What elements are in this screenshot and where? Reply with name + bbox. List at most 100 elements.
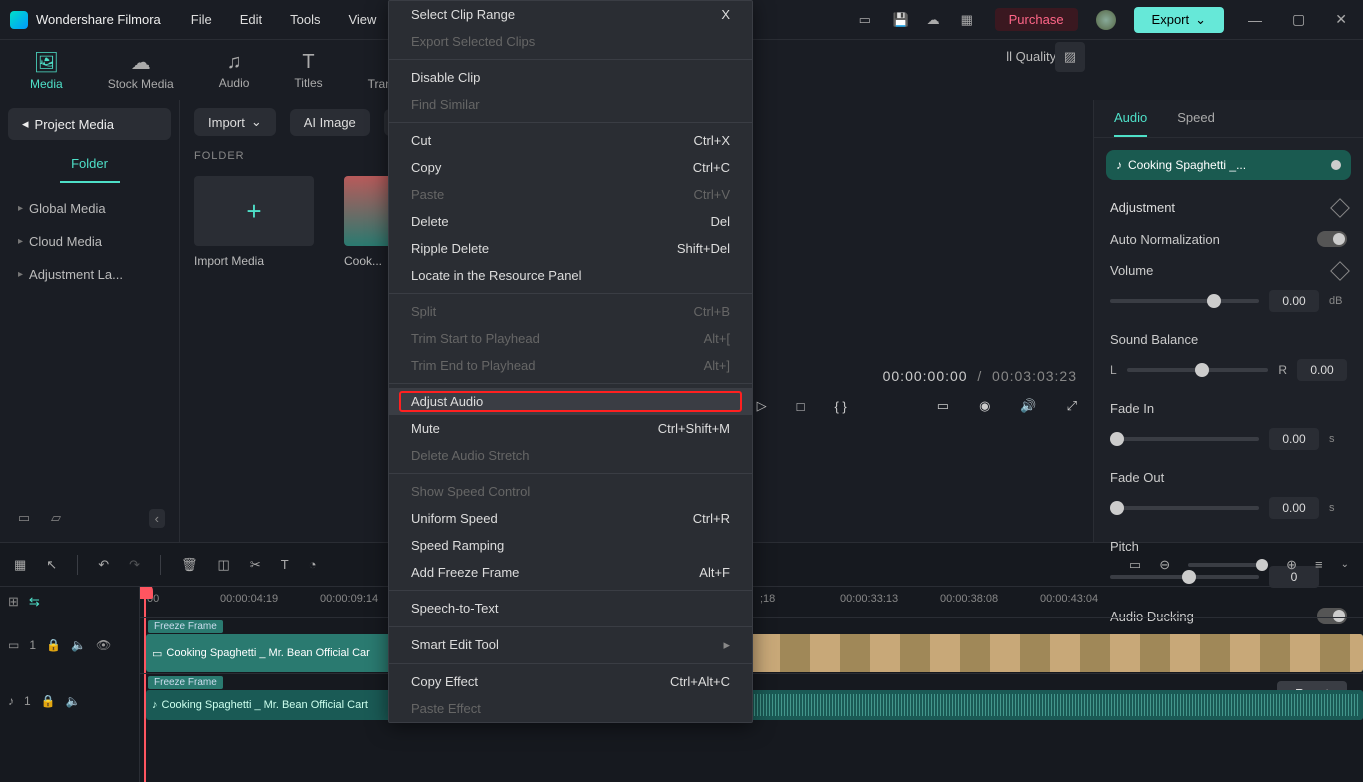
- pitch-slider[interactable]: [1110, 575, 1259, 579]
- grid-icon[interactable]: ▦: [14, 557, 26, 573]
- save-icon[interactable]: 💾: [893, 12, 909, 28]
- balance-value[interactable]: 0.00: [1297, 359, 1347, 381]
- lock-icon[interactable]: 🔒: [41, 694, 56, 708]
- ctx-paste: PasteCtrl+V: [389, 181, 752, 208]
- redo-button[interactable]: ↷: [129, 557, 140, 573]
- ctx-adjust-audio[interactable]: Adjust Audio: [389, 388, 752, 415]
- ctx-speed-ramping[interactable]: Speed Ramping: [389, 532, 752, 559]
- monitor-icon[interactable]: ▭: [937, 398, 949, 414]
- fade-out-slider[interactable]: [1110, 506, 1259, 510]
- ctx-paste-effect: Paste Effect: [389, 695, 752, 722]
- audio-track-header[interactable]: ♪ 1 🔒 🔈: [0, 673, 139, 729]
- ctx-cut[interactable]: CutCtrl+X: [389, 127, 752, 154]
- export-button[interactable]: Export⌄: [1134, 7, 1224, 33]
- zoom-slider[interactable]: [1188, 563, 1268, 567]
- menu-tools[interactable]: Tools: [290, 12, 320, 27]
- speed-icon[interactable]: ◔: [309, 557, 317, 572]
- maximize-button[interactable]: ▢: [1286, 11, 1311, 28]
- ctx-uniform-speed[interactable]: Uniform SpeedCtrl+R: [389, 505, 752, 532]
- marker-button[interactable]: { }: [834, 399, 846, 414]
- ctx-speech-to-text[interactable]: Speech-to-Text: [389, 595, 752, 622]
- zoom-in-button[interactable]: ⊕: [1286, 557, 1297, 573]
- menu-file[interactable]: File: [191, 12, 212, 27]
- volume-value[interactable]: 0.00: [1269, 290, 1319, 312]
- close-button[interactable]: ✕: [1329, 11, 1353, 28]
- fade-in-value[interactable]: 0.00: [1269, 428, 1319, 450]
- list-icon[interactable]: ≡: [1315, 557, 1323, 572]
- tab-media[interactable]: 🖼Media: [30, 50, 63, 91]
- ctx-copy[interactable]: CopyCtrl+C: [389, 154, 752, 181]
- tree-item[interactable]: ▸Adjustment La...: [8, 259, 171, 290]
- tab-audio[interactable]: ♫Audio: [219, 51, 250, 90]
- split-icon[interactable]: ✂: [250, 557, 261, 573]
- ctx-select-clip-range[interactable]: Select Clip RangeX: [389, 1, 752, 28]
- link-icon[interactable]: ⇆: [29, 594, 40, 610]
- new-folder-icon[interactable]: ▭: [14, 508, 34, 528]
- delete-icon[interactable]: 🗑: [181, 557, 198, 573]
- keyframe-icon[interactable]: [1330, 198, 1350, 218]
- fullscreen-icon[interactable]: ⤢: [1067, 398, 1077, 414]
- timecode: 00:00:00:00 / 00:03:03:23: [883, 368, 1077, 384]
- stop-button[interactable]: □: [797, 399, 805, 414]
- project-media-button[interactable]: ◂Project Media: [8, 108, 171, 140]
- volume-slider[interactable]: [1110, 299, 1259, 303]
- new-bin-icon[interactable]: ▱: [46, 508, 66, 528]
- cursor-icon[interactable]: ↖: [46, 557, 57, 573]
- mute-icon[interactable]: 🔈: [71, 638, 86, 652]
- folder-tab[interactable]: Folder: [60, 150, 120, 183]
- ctx-copy-effect[interactable]: Copy EffectCtrl+Alt+C: [389, 668, 752, 695]
- minimize-button[interactable]: —: [1242, 12, 1268, 28]
- balance-slider[interactable]: [1127, 368, 1269, 372]
- tab-titles[interactable]: TTitles: [294, 51, 322, 90]
- device-icon[interactable]: ▭: [859, 12, 875, 28]
- text-icon[interactable]: T: [281, 557, 289, 572]
- keyframe-icon[interactable]: [1330, 261, 1350, 281]
- menu-edit[interactable]: Edit: [240, 12, 262, 27]
- camera-icon[interactable]: ◉: [979, 398, 990, 414]
- selected-clip-chip[interactable]: ♪ Cooking Spaghetti _...: [1106, 150, 1351, 180]
- menu-view[interactable]: View: [348, 12, 376, 27]
- ai-image-button[interactable]: AI Image: [290, 109, 370, 136]
- tab-stock-media[interactable]: ☁Stock Media: [108, 50, 174, 91]
- ctx-smart-edit-tool[interactable]: Smart Edit Tool▸: [389, 631, 752, 659]
- play-button[interactable]: ▷: [757, 398, 767, 414]
- fade-in-slider[interactable]: [1110, 437, 1259, 441]
- ctx-locate-in-the-resource-panel[interactable]: Locate in the Resource Panel: [389, 262, 752, 289]
- clip-handle[interactable]: [1331, 160, 1341, 170]
- import-button[interactable]: Import ⌄: [194, 108, 276, 136]
- auto-normalization-toggle[interactable]: [1317, 231, 1347, 247]
- apps-icon[interactable]: ▦: [961, 12, 977, 28]
- ctx-mute[interactable]: MuteCtrl+Shift+M: [389, 415, 752, 442]
- chevron-down-icon: ⌄: [1195, 12, 1206, 28]
- zoom-out-button[interactable]: ⊖: [1159, 557, 1170, 573]
- tab-speed[interactable]: Speed: [1177, 110, 1215, 137]
- ctx-delete[interactable]: DeleteDel: [389, 208, 752, 235]
- add-track-icon[interactable]: ⊞: [8, 594, 19, 610]
- crop-icon[interactable]: ◫: [218, 557, 230, 573]
- eye-icon[interactable]: 👁: [96, 638, 111, 652]
- undo-button[interactable]: ↶: [98, 557, 109, 573]
- plus-icon: +: [246, 196, 261, 227]
- snapshot-button[interactable]: ▨: [1055, 42, 1085, 72]
- speaker-icon[interactable]: 🔊: [1020, 398, 1036, 414]
- collapse-panel-button[interactable]: ‹: [149, 509, 165, 528]
- ctx-disable-clip[interactable]: Disable Clip: [389, 64, 752, 91]
- avatar[interactable]: [1096, 10, 1116, 30]
- mute-icon[interactable]: 🔈: [66, 694, 81, 708]
- left-panel: ◂Project Media Folder ▸Global Media▸Clou…: [0, 100, 180, 542]
- lock-icon[interactable]: 🔒: [46, 638, 61, 652]
- marker-icon[interactable]: ▭: [1129, 557, 1141, 573]
- ctx-show-speed-control: Show Speed Control: [389, 478, 752, 505]
- ctx-ripple-delete[interactable]: Ripple DeleteShift+Del: [389, 235, 752, 262]
- purchase-button[interactable]: Purchase: [995, 8, 1078, 31]
- tree-item[interactable]: ▸Cloud Media: [8, 226, 171, 257]
- ctx-add-freeze-frame[interactable]: Add Freeze FrameAlt+F: [389, 559, 752, 586]
- import-media-tile[interactable]: + Import Media: [194, 176, 314, 268]
- chevron-down-icon[interactable]: ⌄: [1341, 559, 1349, 570]
- cloud-icon[interactable]: ☁: [927, 12, 943, 28]
- video-track-header[interactable]: ▭ 1 🔒 🔈 👁: [0, 617, 139, 673]
- fade-out-value[interactable]: 0.00: [1269, 497, 1319, 519]
- tree-item[interactable]: ▸Global Media: [8, 193, 171, 224]
- tab-audio[interactable]: Audio: [1114, 110, 1147, 137]
- ctx-split: SplitCtrl+B: [389, 298, 752, 325]
